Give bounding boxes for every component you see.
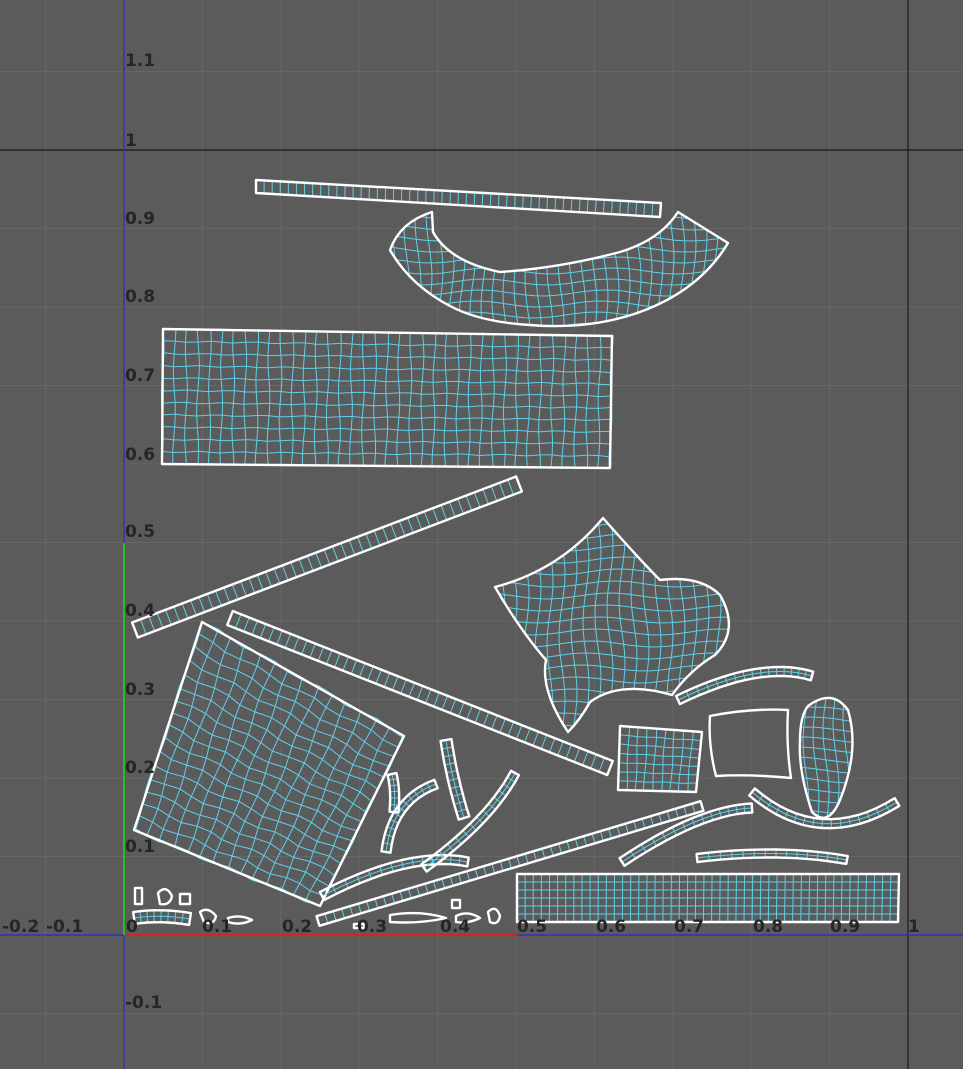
u-tick-label: 0 [126,917,138,937]
v-tick-label: 0.4 [125,601,155,621]
v-tick-label: 0.1 [125,837,155,857]
u-tick-label: 0.4 [440,917,470,937]
u-tick-label: -0.1 [46,917,83,937]
u-tick-label: 0.1 [202,917,232,937]
u-tick-label: 0.7 [674,917,704,937]
u-tick-label: 0.8 [753,917,783,937]
u-tick-label: -0.2 [2,917,39,937]
uv-editor-viewport[interactable]: -0.2 -0.1 0 0.1 0.2 0.3 0.4 0.5 0.6 0.7 0.8 0.9 1 1.1… [0,0,963,1069]
v-tick-label: 0.6 [125,445,155,465]
v-tick-label: 0.8 [125,287,155,307]
u-tick-label: 0.9 [830,917,860,937]
u-tick-label: 0.3 [357,917,387,937]
v-tick-label: 0.3 [125,680,155,700]
u-tick-label: 0.2 [282,917,312,937]
v-tick-label: 0.9 [125,209,155,229]
v-tick-label: 0.2 [125,758,155,778]
v-tick-label: 0.5 [125,522,155,542]
v-tick-label: -0.1 [125,993,162,1013]
v-tick-label: 1 [125,131,137,151]
v-tick-label: 1.1 [125,51,155,71]
v-tick-label: 0.7 [125,366,155,386]
u-tick-label: 0.6 [596,917,626,937]
u-tick-label: 0.5 [517,917,547,937]
u-tick-label: 1 [908,917,920,937]
